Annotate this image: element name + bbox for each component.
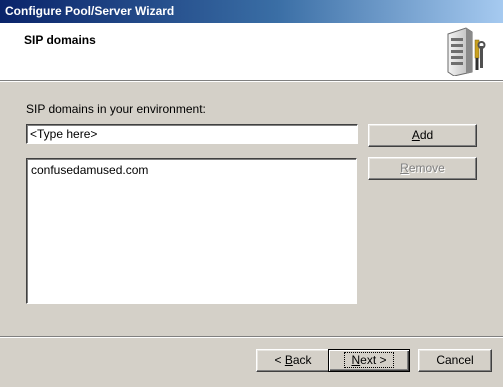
next-button-focus: Next > [344,352,394,368]
window-title: Configure Pool/Server Wizard [5,4,175,18]
add-button[interactable]: Add [368,124,477,147]
sip-domains-label: SIP domains in your environment: [26,102,206,116]
next-button-mnemonic: N [351,353,361,367]
back-button[interactable]: < Back [256,349,330,372]
next-button[interactable]: Next > [328,349,410,372]
server-tools-icon [447,27,486,76]
sip-domain-input[interactable] [26,124,358,144]
cancel-button-label: Cancel [436,353,474,367]
header-separator [0,80,503,82]
remove-button[interactable]: Remove [368,157,477,180]
next-button-label: ext > [360,353,387,367]
page-heading: SIP domains [24,33,96,47]
title-bar: Configure Pool/Server Wizard [0,0,503,23]
cancel-button[interactable]: Cancel [418,349,492,372]
back-button-prefix: < [274,353,285,367]
add-button-label: dd [419,128,434,142]
add-button-mnemonic: A [411,128,420,142]
sip-domains-list[interactable]: confusedamused.com [26,158,357,304]
remove-button-mnemonic: R [400,161,409,175]
back-button-label: ack [292,353,312,367]
remove-button-label: emove [408,161,445,175]
footer-separator [0,336,503,338]
wizard-header: SIP domains [0,23,503,80]
back-button-mnemonic: B [284,353,293,367]
list-item[interactable]: confusedamused.com [31,163,148,177]
